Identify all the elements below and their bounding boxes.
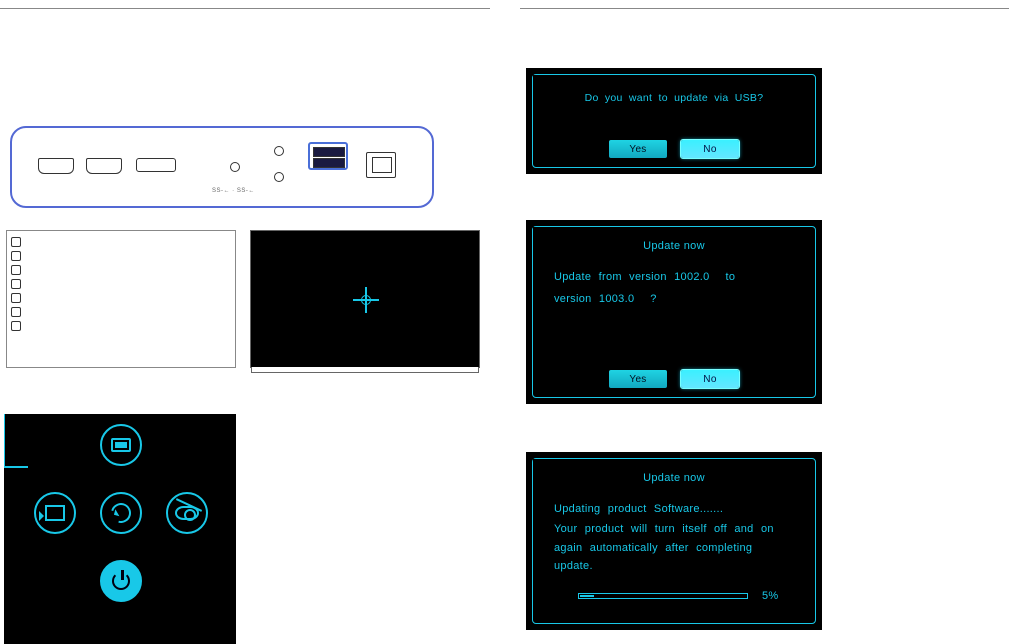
osd-icon-6 [11,307,21,317]
hdmi-port-2-icon [86,158,122,174]
right-column: Do you want to update via USB? Yes No Up… [520,0,1009,644]
yes-button[interactable]: Yes [609,140,667,158]
displayport-icon [136,158,176,172]
audio-jack-3-icon [274,172,284,182]
osd-icon-2 [11,251,21,261]
progress-fill [580,595,594,597]
progress-row: 5% [578,590,779,602]
osd-icon-4 [11,279,21,289]
nav-center-button[interactable] [100,492,142,534]
osd-icon-1 [11,237,21,247]
yes-button[interactable]: Yes [609,370,667,388]
osd-menu-icons [11,237,21,331]
nav-up-button[interactable] [100,424,142,466]
update-progress-dialog: Update now Updating product Software....… [526,452,822,630]
hdmi-port-1-icon [38,158,74,174]
audio-jack-2-icon [274,146,284,156]
usb-update-prompt-dialog: Do you want to update via USB? Yes No [526,68,822,174]
nav-left-button[interactable] [34,492,76,534]
nav-right-button[interactable] [166,492,208,534]
nav-connector-line [4,414,5,440]
no-button[interactable]: No [681,370,739,388]
no-button[interactable]: No [681,140,739,158]
monitor-icon [111,438,131,452]
usb-stack-icon [308,142,348,170]
left-column: SS-← · SS-← [0,0,490,644]
crosshair-icon [359,293,373,307]
back-icon [107,499,134,526]
port-labels-text: SS-← · SS-← [212,188,255,194]
osd-icon-7 [11,321,21,331]
update-confirm-dialog: Update now Update from version 1002.0 to… [526,220,822,404]
nav-connector-line [4,440,5,466]
nav-power-button[interactable] [100,560,142,602]
progress-percent: 5% [762,590,779,602]
device-ports-panel: SS-← · SS-← [10,126,434,208]
monitor-crosshair-diagram [250,230,480,368]
input-source-icon [45,505,65,521]
nav-connector-line [4,467,28,468]
power-icon [112,572,130,590]
audio-jack-icon [230,162,240,172]
monitor-front-diagram [6,230,236,368]
osd-icon-5 [11,293,21,303]
osd-icon-3 [11,265,21,275]
progress-bar [578,593,748,599]
joystick-nav-panel [4,414,236,644]
ethernet-port-icon [366,152,396,178]
monitor-bezel [251,367,479,373]
eye-off-icon [175,506,199,520]
